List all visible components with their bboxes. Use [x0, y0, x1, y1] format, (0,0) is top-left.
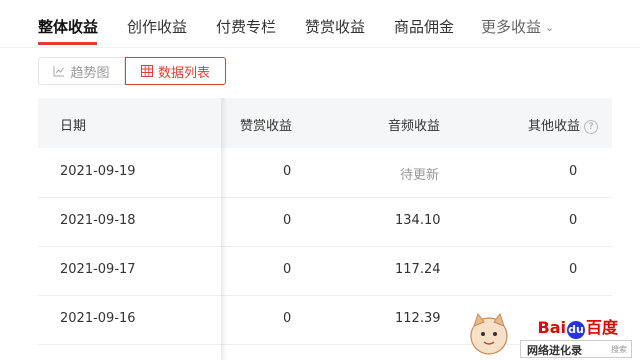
- frozen-column-shadow: [221, 98, 227, 360]
- cell-other: 0: [569, 164, 578, 179]
- cell-date: 2021-09-17: [60, 262, 136, 277]
- cell-appreciation: 0: [283, 262, 292, 277]
- tab-more-label: 更多收益: [481, 18, 542, 36]
- tab-paid-column[interactable]: 付费专栏: [216, 16, 276, 37]
- column-header-other-label: 其他收益: [528, 119, 581, 134]
- data-list-button[interactable]: 数据列表: [125, 57, 226, 85]
- table-icon: [140, 65, 153, 77]
- cell-appreciation: 0: [283, 164, 292, 179]
- help-icon[interactable]: ?: [584, 120, 599, 134]
- cell-appreciation: 0: [283, 311, 292, 326]
- column-header-date: 日期: [60, 119, 87, 134]
- earnings-tabs: 整体收益 创作收益 付费专栏 赞赏收益 商品佣金 更多收益 ⌄: [0, 0, 640, 48]
- cell-audio: 117.24: [395, 262, 441, 277]
- table-row: 2021-09-17 0 117.24 0: [38, 246, 612, 296]
- cell-audio: 待更新: [400, 168, 440, 183]
- tab-overall-earnings[interactable]: 整体收益: [38, 16, 98, 37]
- baidu-logo: Bai du 百度: [537, 318, 618, 339]
- watermark-caption-bar: 网络进化录 搜索: [520, 340, 632, 358]
- watermark-search-hint: 搜索: [611, 345, 627, 354]
- mascot-icon: [470, 312, 508, 355]
- cell-audio: 112.39: [395, 311, 441, 326]
- column-header-appreciation: 赞赏收益: [240, 119, 293, 134]
- table-row: 2021-09-19 0 待更新 0: [38, 148, 612, 198]
- cell-other: 0: [569, 262, 578, 277]
- chevron-down-icon: ⌄: [545, 21, 555, 34]
- tab-creation-earnings[interactable]: 创作收益: [127, 16, 187, 37]
- column-header-audio: 音频收益: [388, 119, 441, 134]
- cell-date: 2021-09-18: [60, 213, 136, 228]
- trend-chart-button[interactable]: 趋势图: [38, 57, 125, 85]
- tab-appreciation-earnings[interactable]: 赞赏收益: [305, 16, 365, 37]
- cell-other: 0: [569, 213, 578, 228]
- data-list-label: 数据列表: [157, 65, 210, 81]
- cell-appreciation: 0: [283, 213, 292, 228]
- cell-date: 2021-09-19: [60, 164, 136, 179]
- tab-more-earnings[interactable]: 更多收益 ⌄: [481, 16, 554, 37]
- trend-chart-label: 趋势图: [70, 65, 110, 81]
- trend-chart-icon: [53, 66, 65, 77]
- tabs-divider: [0, 47, 640, 48]
- table-row: 2021-09-18 0 134.10 0: [38, 197, 612, 247]
- baidu-watermark: Bai du 百度 网络进化录 搜索: [462, 312, 632, 360]
- watermark-caption: 网络进化录: [527, 344, 582, 357]
- column-header-other: 其他收益?: [528, 115, 599, 134]
- cell-audio: 134.10: [395, 213, 441, 228]
- cell-date: 2021-09-16: [60, 311, 136, 326]
- tab-commission[interactable]: 商品佣金: [394, 16, 454, 37]
- table-header: 日期 赞赏收益 音频收益 其他收益?: [38, 98, 612, 148]
- active-tab-indicator: [38, 42, 97, 45]
